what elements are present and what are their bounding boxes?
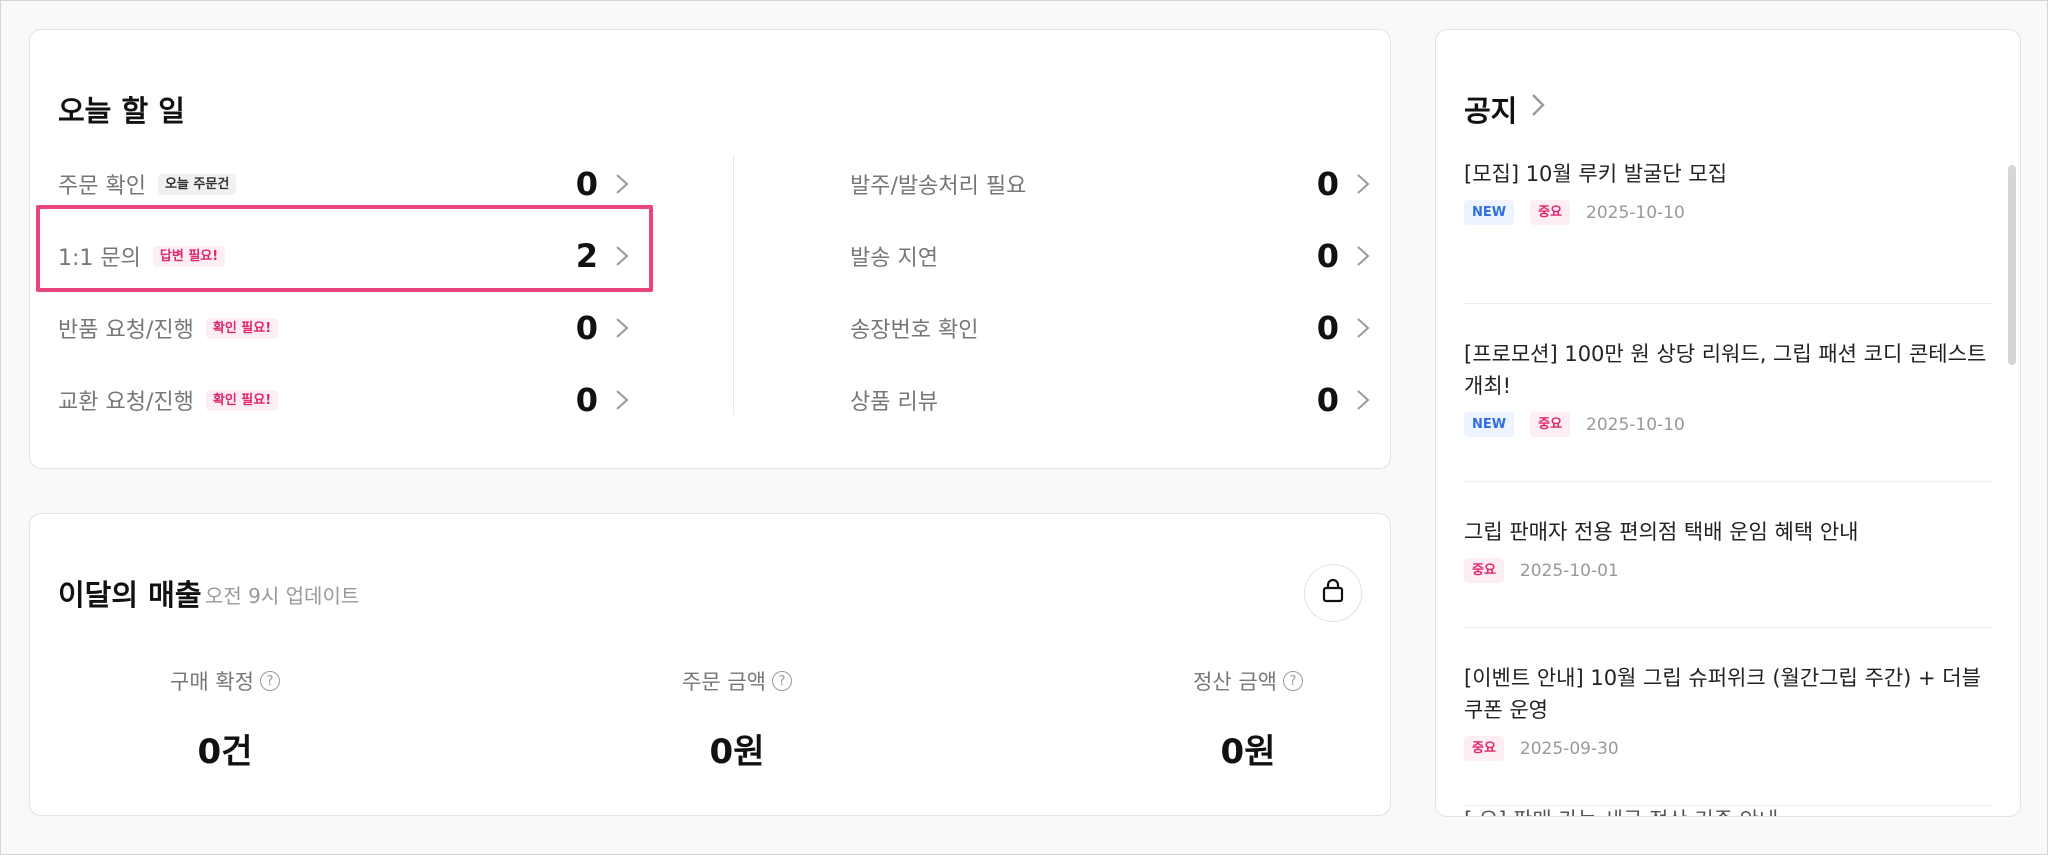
notice-date: 2025-09-30 [1519, 738, 1619, 759]
chevron-right-icon[interactable] [609, 171, 635, 197]
chevron-right-icon[interactable] [609, 315, 635, 341]
lock-icon [1321, 578, 1345, 608]
todo-row-delay[interactable]: 발송 지연 0 [850, 220, 1384, 292]
stat-order-amount: 주문 금액? 0원 [607, 666, 867, 773]
stat-value: 0원 [709, 732, 765, 772]
notice-date: 2025-10-01 [1519, 560, 1619, 581]
todo-row-order-check[interactable]: 주문 확인 오늘 주문건 0 [58, 148, 643, 220]
new-tag: NEW [1464, 412, 1515, 437]
stat-settlement-amount: 정산 금액? 0원 [1118, 666, 1378, 773]
new-tag: NEW [1464, 200, 1515, 225]
todo-count: 0 [1316, 309, 1339, 347]
todo-label: 1:1 문의 [58, 246, 141, 271]
notice-item-title: 그립 판매자 전용 편의점 택배 운임 혜택 안내 [1464, 520, 1859, 544]
todo-badge: 답변 필요! [152, 245, 226, 267]
todo-row-review[interactable]: 상품 리뷰 0 [850, 364, 1384, 436]
lock-button[interactable] [1304, 564, 1362, 622]
todo-count: 0 [575, 381, 598, 419]
chevron-right-icon[interactable] [609, 387, 635, 413]
todo-count: 0 [1316, 381, 1339, 419]
important-tag: 중요 [1464, 558, 1504, 583]
todo-label: 상품 리뷰 [850, 390, 938, 415]
todo-label: 발송 지연 [850, 246, 938, 271]
stat-label: 주문 금액 [682, 670, 766, 694]
todo-row-exchange[interactable]: 교환 요청/진행 확인 필요! 0 [58, 364, 643, 436]
notice-item-title: [프로모션] 100만 원 상당 리워드, 그립 패션 코디 콘테스트 개최! [1464, 342, 1987, 398]
notice-item[interactable]: [이벤트 안내] 10월 그립 슈퍼위크 (월간그립 주간) + 더블 쿠폰 운… [1464, 628, 1992, 806]
notice-item-partial[interactable]: [ 오] 판매 가능 세금 정산 기준 안내 [1464, 808, 1964, 816]
todo-count: 0 [575, 165, 598, 203]
todo-badge: 오늘 주문건 [157, 173, 237, 195]
stat-purchase-confirm: 구매 확정? 0건 [95, 666, 355, 773]
todo-count: 0 [1316, 237, 1339, 275]
notice-item-title: [이벤트 안내] 10월 그립 슈퍼위크 (월간그립 주간) + 더블 쿠폰 운… [1464, 666, 1981, 722]
todo-label: 주문 확인 [58, 174, 146, 199]
chevron-right-icon[interactable] [1350, 243, 1376, 269]
column-divider [733, 155, 734, 415]
help-icon[interactable]: ? [771, 671, 792, 691]
chevron-right-icon[interactable] [1350, 387, 1376, 413]
todo-row-dispatch[interactable]: 발주/발송처리 필요 0 [850, 148, 1384, 220]
stat-label: 정산 금액 [1193, 670, 1277, 694]
sales-card: 이달의 매출 오전 9시 업데이트 구매 확정? 0건 주문 금액? 0원 정산… [29, 513, 1391, 816]
notice-item[interactable]: [프로모션] 100만 원 상당 리워드, 그립 패션 코디 콘테스트 개최! … [1464, 304, 1992, 482]
notice-item[interactable]: [모집] 10월 루키 발굴단 모집 NEW 중요 2025-10-10 [1464, 158, 1992, 304]
important-tag: 중요 [1530, 200, 1571, 225]
chevron-right-icon[interactable] [1350, 171, 1376, 197]
notice-item[interactable]: 그립 판매자 전용 편의점 택배 운임 혜택 안내 중요 2025-10-01 [1464, 482, 1992, 628]
todo-label: 발주/발송처리 필요 [850, 174, 1027, 199]
todo-label: 반품 요청/진행 [58, 318, 194, 343]
todo-count: 0 [1316, 165, 1339, 203]
todo-row-inquiry[interactable]: 1:1 문의 답변 필요! 2 [58, 220, 643, 292]
todo-card: 오늘 할 일 주문 확인 오늘 주문건 0 1:1 문의 답변 필요! 2 반품… [29, 29, 1391, 469]
notice-item-title: [ 오] 판매 가능 세금 정산 기준 안내 [1464, 808, 1778, 816]
todo-badge: 확인 필요! [205, 389, 279, 411]
todo-title: 오늘 할 일 [58, 94, 185, 128]
chevron-right-icon[interactable] [609, 243, 635, 269]
notice-list: [모집] 10월 루키 발굴단 모집 NEW 중요 2025-10-10 [프로… [1464, 158, 1992, 806]
notice-item-title: [모집] 10월 루키 발굴단 모집 [1464, 162, 1728, 186]
todo-row-invoice[interactable]: 송장번호 확인 0 [850, 292, 1384, 364]
important-tag: 중요 [1530, 412, 1571, 437]
todo-badge: 확인 필요! [205, 317, 279, 339]
stat-value: 0원 [1220, 732, 1276, 772]
scrollbar[interactable] [2008, 165, 2016, 365]
notice-date: 2025-10-10 [1586, 414, 1685, 435]
todo-right-column: 발주/발송처리 필요 0 발송 지연 0 송장번호 확인 0 상품 리뷰 0 [850, 148, 1384, 436]
sales-title: 이달의 매출 [58, 578, 202, 612]
important-tag: 중요 [1464, 736, 1504, 761]
notice-title[interactable]: 공지 [1464, 88, 1517, 130]
todo-label: 교환 요청/진행 [58, 390, 194, 415]
notice-card: 공지 [모집] 10월 루키 발굴단 모집 NEW 중요 2025-10-10 … [1435, 29, 2021, 817]
help-icon[interactable]: ? [1282, 671, 1303, 691]
stat-value: 0건 [197, 732, 253, 772]
todo-row-return[interactable]: 반품 요청/진행 확인 필요! 0 [58, 292, 643, 364]
notice-date: 2025-10-10 [1586, 202, 1685, 223]
todo-left-column: 주문 확인 오늘 주문건 0 1:1 문의 답변 필요! 2 반품 요청/진행 … [58, 148, 643, 436]
chevron-right-icon[interactable] [1350, 315, 1376, 341]
sales-update-time: 오전 9시 업데이트 [205, 584, 360, 608]
chevron-right-icon[interactable] [1530, 92, 1546, 122]
help-icon[interactable]: ? [259, 671, 280, 691]
todo-count: 2 [575, 237, 598, 275]
todo-count: 0 [575, 309, 598, 347]
stat-label: 구매 확정 [170, 670, 254, 694]
todo-label: 송장번호 확인 [850, 318, 979, 343]
